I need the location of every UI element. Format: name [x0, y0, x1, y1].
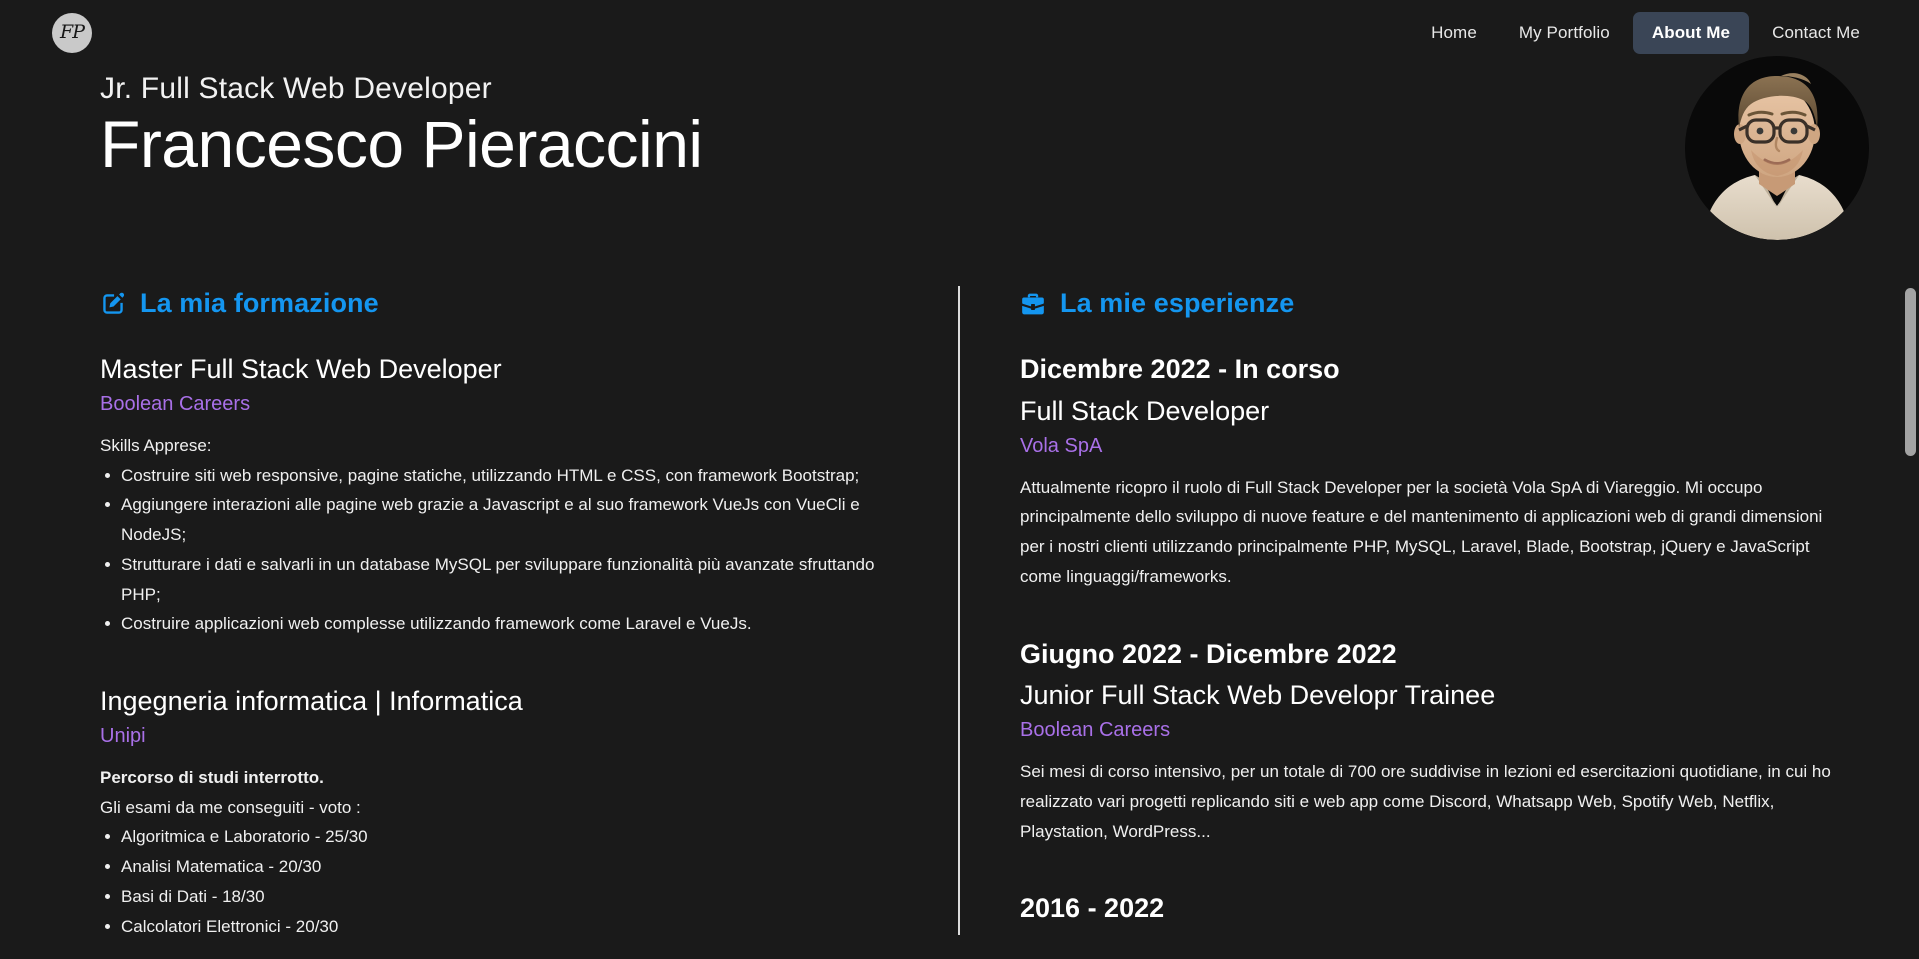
experience-section-title: La mie esperienze	[1060, 288, 1295, 318]
main-content: La mia formazione Master Full Stack Web …	[0, 266, 1919, 935]
entry-spacer	[1020, 620, 1833, 638]
education-entry-bullets: Algoritmica e Laboratorio - 25/30 Analis…	[100, 822, 906, 935]
nav-link-about-me[interactable]: About Me	[1632, 12, 1750, 54]
education-entry-intro: Skills Apprese:	[100, 435, 212, 455]
hero-name: Francesco Pieraccini	[100, 106, 703, 181]
list-item: Costruire siti web responsive, pagine st…	[100, 461, 906, 491]
education-entry-org: Boolean Careers	[100, 392, 251, 415]
education-entry: Master Full Stack Web Developer Boolean …	[100, 353, 906, 639]
experience-entry: Giugno 2022 - Dicembre 2022 Junior Full …	[1020, 638, 1833, 847]
nav-link-contact-me[interactable]: Contact Me	[1753, 12, 1879, 54]
hero-header: Jr. Full Stack Web Developer Francesco P…	[0, 56, 1919, 266]
profile-photo-icon	[1685, 56, 1869, 240]
list-item: Strutturare i dati e salvarli in un data…	[100, 550, 906, 610]
experience-entry-date: Dicembre 2022 - In corso	[1020, 354, 1340, 384]
education-entry-intro: Gli esami da me conseguiti - voto :	[100, 797, 361, 817]
experience-entry-title: Junior Full Stack Web Developr Trainee	[1020, 680, 1496, 711]
list-item: Algoritmica e Laboratorio - 25/30	[100, 822, 906, 852]
experience-entry: Dicembre 2022 - In corso Full Stack Deve…	[1020, 353, 1833, 592]
list-item: Aggiungere interazioni alle pagine web g…	[100, 490, 906, 550]
scrollbar-thumb[interactable]	[1905, 288, 1916, 456]
hero-role: Jr. Full Stack Web Developer	[100, 72, 492, 105]
nav-link-my-portfolio[interactable]: My Portfolio	[1500, 12, 1629, 54]
nav-link-home[interactable]: Home	[1412, 12, 1496, 54]
education-entry-title: Ingegneria informatica | Informatica	[100, 686, 523, 716]
experience-entry-date: 2016 - 2022	[1020, 893, 1165, 924]
education-column: La mia formazione Master Full Stack Web …	[0, 266, 958, 935]
experience-entry-date: Giugno 2022 - Dicembre 2022	[1020, 638, 1397, 669]
pencil-square-icon	[100, 291, 126, 317]
education-section-header: La mia formazione	[100, 288, 906, 319]
list-item: Costruire applicazioni web complesse uti…	[100, 609, 906, 639]
education-entry: Ingegneria informatica | Informatica Uni…	[100, 685, 906, 935]
list-item: Basi di Dati - 18/30	[100, 882, 906, 912]
education-section-title: La mia formazione	[140, 288, 379, 318]
experience-section-header: La mie esperienze	[1020, 288, 1833, 319]
fp-monogram-icon[interactable]: FP	[52, 13, 92, 53]
education-entry-org: Unipi	[100, 724, 146, 747]
logo-text: FP	[60, 20, 85, 43]
experience-entry-description: Sei mesi di corso intensivo, per un tota…	[1020, 762, 1831, 841]
list-item: Analisi Matematica - 20/30	[100, 852, 906, 882]
nav-links: Home My Portfolio About Me Contact Me	[1412, 12, 1879, 54]
experience-column: La mie esperienze Dicembre 2022 - In cor…	[958, 266, 1919, 935]
top-navbar: FP Home My Portfolio About Me Contact Me	[0, 0, 1919, 66]
experience-entry-description: Attualmente ricopro il ruolo di Full Sta…	[1020, 477, 1823, 586]
experience-entry-org: Boolean Careers	[1020, 719, 1171, 741]
avatar	[1685, 56, 1869, 240]
education-entry-title: Master Full Stack Web Developer	[100, 354, 502, 384]
page-scrollbar[interactable]	[1902, 0, 1919, 959]
briefcase-icon	[1020, 291, 1046, 317]
experience-entry-org: Vola SpA	[1020, 434, 1103, 457]
experience-entry: 2016 - 2022	[1020, 892, 1833, 926]
education-entry-note: Percorso di studi interrotto.	[100, 767, 324, 787]
entry-spacer	[1020, 874, 1833, 892]
experience-entry-title: Full Stack Developer	[1020, 395, 1270, 426]
education-entry-bullets: Costruire siti web responsive, pagine st…	[100, 461, 906, 640]
entry-spacer	[100, 667, 906, 685]
column-divider	[958, 286, 960, 935]
list-item: Calcolatori Elettronici - 20/30	[100, 912, 906, 935]
